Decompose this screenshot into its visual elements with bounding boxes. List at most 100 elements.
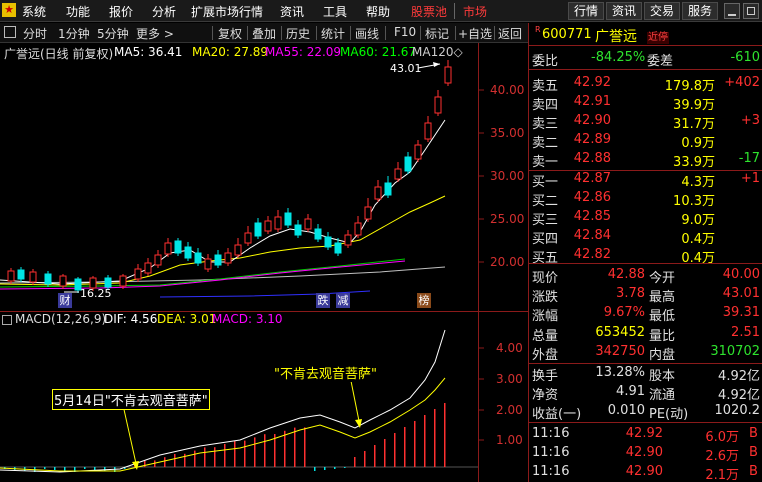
- btn-adjust[interactable]: 复权: [218, 25, 242, 42]
- tick-row[interactable]: 11:16 42.90 2.1万 B: [529, 463, 762, 482]
- btn-quotes[interactable]: 行情: [568, 2, 605, 20]
- menu-system[interactable]: 系统: [22, 3, 46, 20]
- btn-info[interactable]: 资讯: [606, 2, 643, 20]
- tab-intraday[interactable]: 分时: [23, 25, 47, 42]
- candle-body: [134, 268, 142, 280]
- ask-level-row[interactable]: 卖四 42.91 39.9万: [529, 93, 762, 113]
- menu-tools[interactable]: 工具: [323, 3, 347, 20]
- stat-row[interactable]: 外盘 342750 内盘 310702: [529, 343, 762, 363]
- tick-row[interactable]: 11:16 42.92 6.0万 B: [529, 425, 762, 445]
- menu-analysis[interactable]: 分析: [152, 3, 176, 20]
- bid-volume: 10.3万: [673, 194, 715, 209]
- event-marker-reduce[interactable]: 减: [336, 293, 350, 308]
- macd-bar: [394, 433, 396, 467]
- ask-change: -17: [738, 151, 760, 166]
- ask-volume: 39.9万: [673, 98, 715, 113]
- stat-value: 342750: [595, 343, 645, 359]
- kline-chart[interactable]: 广誉远(日线 前复权) MA5: 36.41 MA20: 27.89 MA55:…: [0, 43, 528, 482]
- stat-row[interactable]: 涨幅 9.67% 最低 39.31: [529, 304, 762, 324]
- ma120-legend: MA120◇: [412, 45, 463, 59]
- stat-row[interactable]: 现价 42.88 今开 40.00: [529, 266, 762, 286]
- annotation-arrowhead-2: [132, 461, 139, 470]
- macd-bar: [64, 467, 66, 471]
- divider: [529, 69, 762, 70]
- macd-tick-label: 4.00: [496, 341, 523, 355]
- menu-market[interactable]: 市场: [463, 3, 487, 20]
- btn-overlay[interactable]: 叠加: [252, 25, 276, 42]
- btn-mark[interactable]: 标记: [425, 25, 449, 42]
- fundamental-label: 净资: [532, 388, 559, 404]
- candle-body: [404, 156, 412, 172]
- diff-label: 委差: [647, 54, 674, 69]
- btn-history[interactable]: 历史: [286, 25, 310, 42]
- toolbar-divider: [420, 26, 421, 40]
- stat-row[interactable]: 总量 653452 量比 2.51: [529, 324, 762, 344]
- stat-label: 总量: [532, 328, 559, 344]
- candle-body: [254, 222, 262, 237]
- menu-stock-pool[interactable]: 股票池: [411, 3, 447, 20]
- fundamental-row[interactable]: 收益(一) 0.010 PE(动) 1020.2: [529, 402, 762, 422]
- ma55-legend: MA55: 22.09: [265, 45, 342, 59]
- bid-level-row[interactable]: 买一 42.87 4.3万 +1: [529, 170, 762, 190]
- bid-label: 买四: [532, 232, 559, 247]
- tab-5min[interactable]: 5分钟: [97, 25, 129, 42]
- event-marker-list[interactable]: 榜: [417, 293, 431, 308]
- grid-icon[interactable]: [4, 26, 16, 38]
- maximize-icon[interactable]: [743, 3, 759, 19]
- ask-level-row[interactable]: 卖二 42.89 0.9万: [529, 131, 762, 151]
- dea-value: DEA: 3.01: [157, 312, 217, 326]
- candle-body: [374, 186, 382, 200]
- event-marker-finance[interactable]: 财: [58, 293, 72, 308]
- btn-statistics[interactable]: 统计: [321, 25, 345, 42]
- ask-level-row[interactable]: 卖五 42.92 179.8万 +402: [529, 74, 762, 94]
- candle-body: [29, 271, 37, 283]
- btn-f10[interactable]: F10: [394, 25, 416, 39]
- stat-label: 外盘: [532, 347, 559, 363]
- macd-bar: [54, 467, 56, 470]
- candle-body: [204, 258, 212, 270]
- macd-bar: [84, 467, 86, 469]
- macd-bar: [244, 440, 246, 467]
- menu-function[interactable]: 功能: [66, 3, 90, 20]
- fundamental-value: 1020.2: [714, 403, 761, 419]
- stat-value: 3.78: [616, 286, 645, 302]
- btn-service[interactable]: 服务: [682, 2, 719, 20]
- bid-level-row[interactable]: 买三 42.85 9.0万: [529, 208, 762, 228]
- menu-quote[interactable]: 报价: [109, 3, 133, 20]
- macd-bar: [264, 434, 266, 467]
- btn-trade[interactable]: 交易: [644, 2, 681, 20]
- menu-help[interactable]: 帮助: [366, 3, 390, 20]
- macd-bar: [254, 437, 256, 467]
- annotation-arrow-1: [349, 375, 361, 427]
- app-logo-icon: ★: [2, 3, 16, 17]
- btn-add-watchlist[interactable]: +自选: [458, 25, 492, 42]
- tab-1min[interactable]: 1分钟: [58, 25, 90, 42]
- tab-more[interactable]: 更多 >: [136, 25, 174, 42]
- macd-bar: [354, 457, 356, 467]
- macd-bar: [364, 451, 366, 467]
- market-superscript: R: [535, 25, 541, 34]
- btn-back[interactable]: 返回: [498, 25, 522, 42]
- tick-direction: B: [749, 464, 758, 479]
- btn-draw-line[interactable]: 画线: [355, 25, 379, 42]
- stat-row[interactable]: 涨跌 3.78 最高 43.01: [529, 285, 762, 305]
- macd-bar: [164, 457, 166, 467]
- bid-level-row[interactable]: 买二 42.86 10.3万: [529, 189, 762, 209]
- menu-news[interactable]: 资讯: [280, 3, 304, 20]
- ask-level-row[interactable]: 卖一 42.88 33.9万 -17: [529, 150, 762, 170]
- indicator-settings-icon[interactable]: [2, 315, 12, 325]
- ask-level-row[interactable]: 卖三 42.90 31.7万 +3: [529, 112, 762, 132]
- fundamental-label: 股本: [649, 369, 676, 384]
- menu-extended-market[interactable]: 扩展市场行情: [191, 3, 263, 20]
- candle-body: [294, 224, 302, 236]
- bid-level-row[interactable]: 买四 42.84 0.4万: [529, 227, 762, 247]
- fundamental-row[interactable]: 换手 13.28% 股本 4.92亿: [529, 364, 762, 384]
- candle-body: [234, 244, 242, 256]
- candle-body: [244, 232, 252, 244]
- event-marker-drop[interactable]: 跌: [316, 293, 330, 308]
- macd-bar: [404, 427, 406, 467]
- tick-row[interactable]: 11:16 42.90 2.6万 B: [529, 444, 762, 464]
- fundamental-label: 换手: [532, 369, 559, 384]
- minimize-icon[interactable]: [724, 3, 740, 19]
- fundamental-row[interactable]: 净资 4.91 流通 4.92亿: [529, 383, 762, 404]
